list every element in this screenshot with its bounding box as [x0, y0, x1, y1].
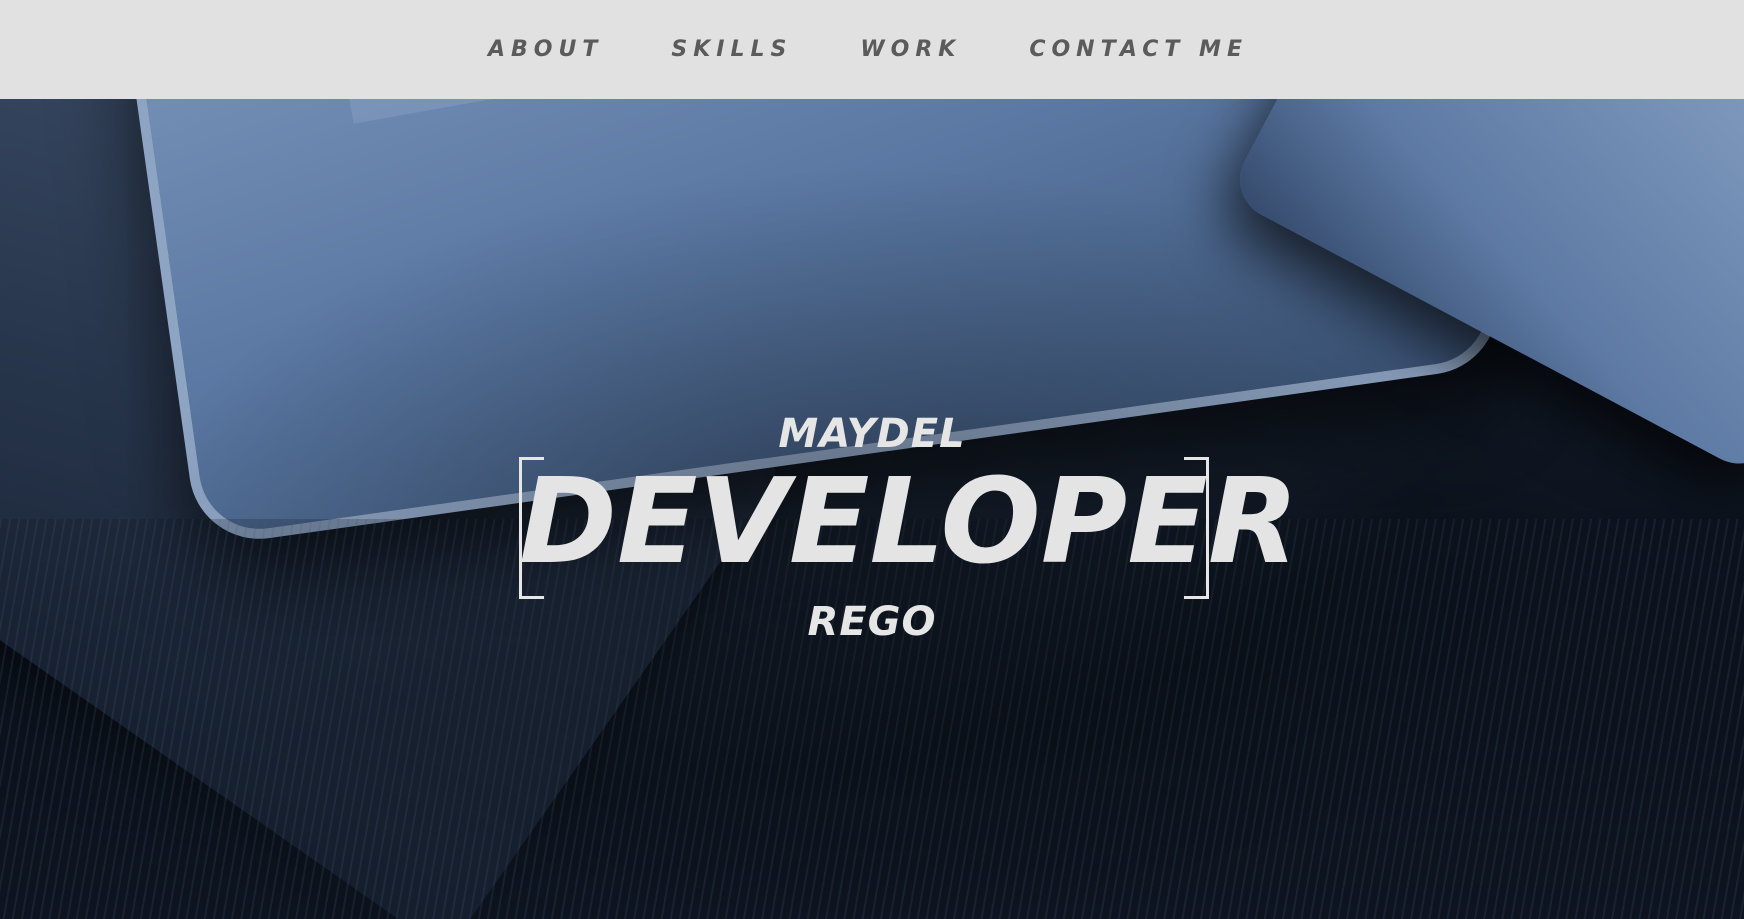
hero-role-frame: DEVELOPER: [519, 452, 1299, 599]
right-bracket: [1184, 457, 1209, 599]
nav-link-skills[interactable]: SKILLS: [637, 37, 826, 62]
nav-menu: ABOUT SKILLS WORK CONTACT ME: [454, 37, 1282, 62]
hero-role: DEVELOPER: [519, 452, 1299, 590]
hero-last-name: REGO: [807, 599, 937, 645]
top-navbar: ABOUT SKILLS WORK CONTACT ME: [0, 0, 1744, 99]
nav-link-work[interactable]: WORK: [826, 37, 995, 62]
hero-title-block: MAYDEL DEVELOPER REGO: [0, 99, 1744, 919]
nav-link-contact[interactable]: CONTACT ME: [995, 37, 1282, 62]
nav-link-about[interactable]: ABOUT: [454, 37, 637, 62]
hero-section: MAYDEL DEVELOPER REGO: [0, 99, 1744, 919]
